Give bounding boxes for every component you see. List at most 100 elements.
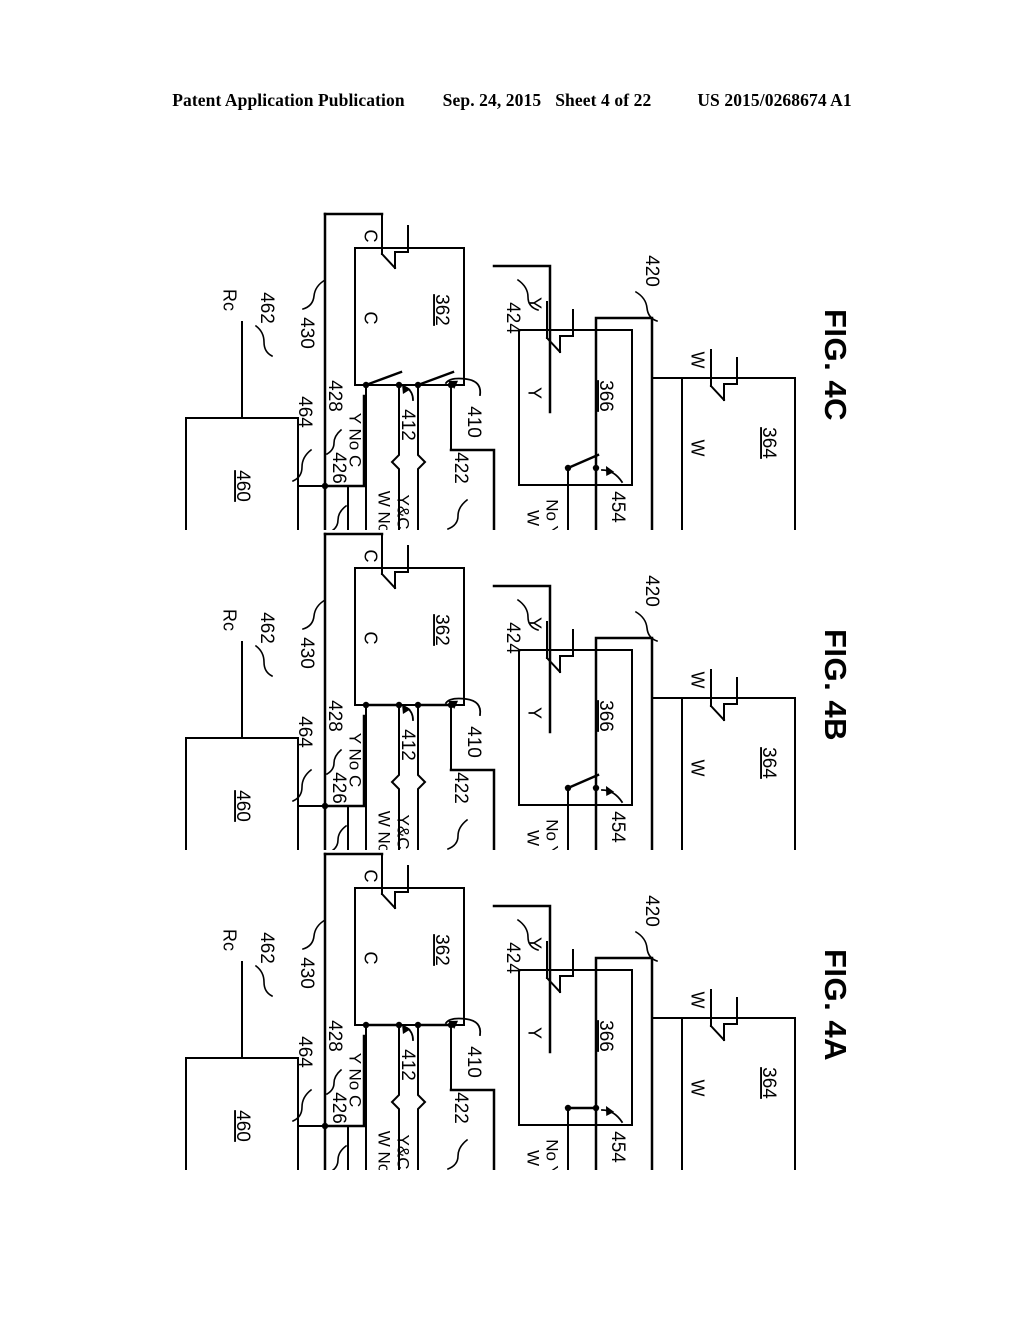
figure-4b-drawing: 460Rc 462464430Y No C428426362CC412 410W N… <box>185 532 796 850</box>
label-426: 426 <box>328 452 349 484</box>
label-y-coil: Y <box>524 707 544 719</box>
label-422: 422 <box>450 452 471 484</box>
leader-464 <box>291 768 313 803</box>
label-c-coil: C <box>360 312 380 325</box>
label-c-top: C <box>360 230 380 243</box>
switch-454[interactable] <box>564 453 600 472</box>
label-y-top: Y <box>524 297 544 309</box>
label-430: 430 <box>296 637 317 669</box>
leader-462 <box>254 964 274 998</box>
label-412: 412 <box>397 1049 418 1081</box>
label-364: 364 <box>758 747 779 779</box>
label-460: 460 <box>232 1110 253 1142</box>
label-460: 460 <box>232 470 253 502</box>
sheet-number: Sheet 4 of 22 <box>555 89 652 110</box>
label-464: 464 <box>294 1036 315 1068</box>
leader-428 <box>325 748 343 776</box>
figure-4c-drawing: 460Rc 462464430Y No C428426362CC412 410W N… <box>185 212 796 530</box>
wire-410-left <box>417 1024 427 1127</box>
label-c-coil: C <box>360 632 380 645</box>
label-454: 454 <box>607 1131 628 1163</box>
label-w-coil: W <box>687 760 707 777</box>
label-454: 454 <box>607 811 628 843</box>
label-430: 430 <box>296 957 317 989</box>
leader-464 <box>291 448 313 483</box>
coil-364 <box>709 669 738 722</box>
figure-4a-caption: FIG. 4A <box>790 840 880 1170</box>
label-426: 426 <box>328 772 349 804</box>
leader-420 <box>634 930 659 963</box>
label-rc: Rc <box>219 289 239 311</box>
label-366: 366 <box>595 1020 616 1052</box>
label-w-no-y-line2: No Y <box>543 1139 562 1170</box>
label-454: 454 <box>607 491 628 523</box>
leader-430 <box>302 598 327 630</box>
label-362: 362 <box>431 614 452 646</box>
coil-364 <box>709 349 738 402</box>
label-366: 366 <box>595 700 616 732</box>
leader-428 <box>325 1068 343 1096</box>
figure-4b: 460 Rc 462 464 430 Y No C 428 426 362 C C 412 410 W N… <box>0 520 1024 850</box>
wire-410-left <box>417 384 427 487</box>
label-462: 462 <box>256 932 277 964</box>
label-rc: Rc <box>219 609 239 631</box>
coil-362 <box>380 217 409 270</box>
label-430: 430 <box>296 317 317 349</box>
label-364: 364 <box>758 1067 779 1099</box>
label-410: 410 <box>463 726 484 758</box>
switch-410-blade <box>416 370 455 387</box>
label-464: 464 <box>294 396 315 428</box>
coil-362 <box>380 537 409 590</box>
page-header: Patent Application Publication Sep. 24, … <box>0 86 1024 114</box>
switch-410[interactable] <box>414 701 455 709</box>
label-y-coil: Y <box>524 1027 544 1039</box>
publication-number: US 2015/0268674 A1 <box>697 89 852 110</box>
label-420: 420 <box>641 575 662 607</box>
switch-454[interactable] <box>564 773 600 792</box>
label-428: 428 <box>324 700 345 732</box>
leader-430 <box>302 278 327 310</box>
leader-420 <box>634 290 659 323</box>
label-c-coil: C <box>360 952 380 965</box>
label-412: 412 <box>397 729 418 761</box>
label-c-top: C <box>360 550 380 563</box>
label-464: 464 <box>294 716 315 748</box>
leader-464 <box>291 1088 313 1123</box>
leader-462 <box>254 644 274 678</box>
switch-410[interactable] <box>414 1021 455 1029</box>
figure-4c-caption: FIG. 4C <box>790 200 880 530</box>
switch-412[interactable] <box>362 1021 403 1029</box>
coil-364 <box>709 989 738 1042</box>
label-410: 410 <box>463 1046 484 1078</box>
figure-4a-caption-text: FIG. 4A <box>818 948 854 1062</box>
leader-420 <box>634 610 659 643</box>
label-w-top: W <box>687 672 707 689</box>
label-362: 362 <box>431 294 452 326</box>
figure-4a-drawing: 460Rc 462464430Y No C428426362CC412 410W N… <box>185 852 796 1170</box>
label-362: 362 <box>431 934 452 966</box>
switch-454[interactable] <box>564 1104 600 1112</box>
label-w-no-y-line1: W <box>524 1150 543 1166</box>
label-364: 364 <box>758 427 779 459</box>
label-w-no-yc-line1: W No <box>375 1131 394 1170</box>
label-428: 428 <box>324 380 345 412</box>
coil-362 <box>380 857 409 910</box>
figure-4c-caption-text: FIG. 4C <box>818 308 854 422</box>
label-w-coil: W <box>687 440 707 457</box>
label-422: 422 <box>450 772 471 804</box>
label-w-no-yc-line2: Y&C <box>394 1135 413 1170</box>
label-y-top: Y <box>524 937 544 949</box>
label-410: 410 <box>463 406 484 438</box>
label-422: 422 <box>450 1092 471 1124</box>
label-462: 462 <box>256 612 277 644</box>
label-412: 412 <box>397 409 418 441</box>
label-y-top: Y <box>524 617 544 629</box>
switch-412[interactable] <box>362 701 403 709</box>
publication-date: Sep. 24, 2015 <box>442 89 542 110</box>
label-w-top: W <box>687 352 707 369</box>
label-420: 420 <box>641 895 662 927</box>
wire-410-left <box>417 704 427 807</box>
leader-422 <box>446 1138 469 1170</box>
label-420: 420 <box>641 255 662 287</box>
label-428: 428 <box>324 1020 345 1052</box>
